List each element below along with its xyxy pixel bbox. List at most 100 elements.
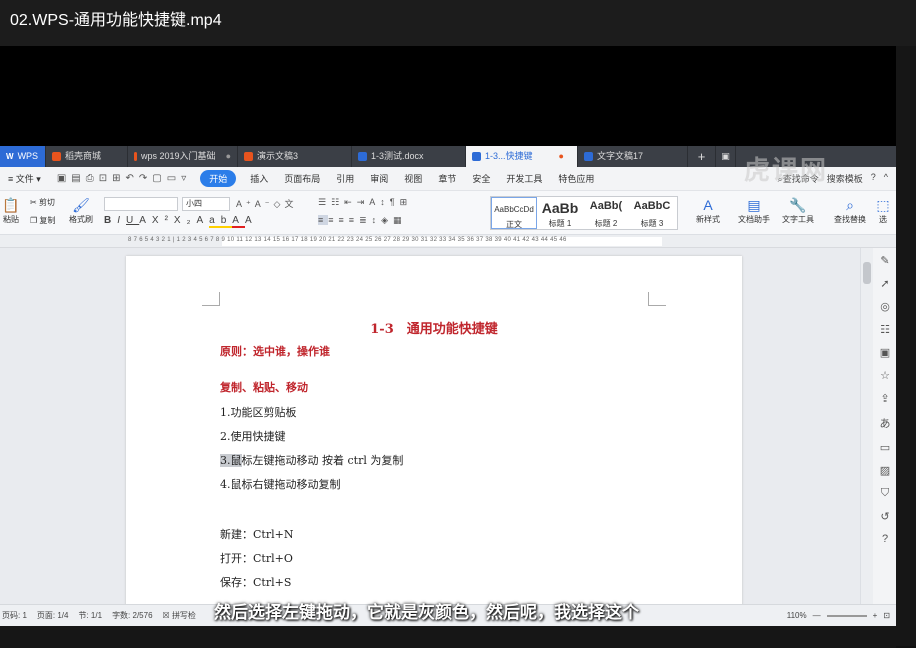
- style-heading-3[interactable]: AaBbC 标题 3: [629, 197, 675, 229]
- tab-list-icon[interactable]: ▣: [716, 146, 736, 167]
- cut-button[interactable]: ✂ 剪切: [30, 197, 55, 208]
- menu-start[interactable]: 开始: [200, 170, 237, 187]
- save-icon[interactable]: ▣: [57, 173, 66, 184]
- line-spacing-icon[interactable]: ↕: [372, 215, 382, 225]
- translate-icon[interactable]: あ: [880, 415, 891, 431]
- superscript-icon[interactable]: X²: [152, 215, 174, 226]
- menu-developer[interactable]: 开发工具: [498, 172, 550, 185]
- distribute-icon[interactable]: ≣: [359, 215, 372, 225]
- document-page[interactable]: 1-3 通用功能快捷键 原则：选中谁，操作谁 复制、粘贴、移动 1.功能区剪贴板…: [126, 256, 742, 616]
- print-preview-icon[interactable]: ⊡: [99, 173, 107, 184]
- vertical-scrollbar[interactable]: [861, 248, 873, 604]
- shield-icon[interactable]: ⛉: [881, 487, 889, 500]
- pen-icon[interactable]: ✎: [880, 254, 889, 267]
- tab-text-doc-17[interactable]: 文字文稿17: [578, 146, 688, 167]
- collapse-ribbon-icon[interactable]: ^: [884, 172, 888, 185]
- open-icon[interactable]: ▭: [167, 173, 176, 184]
- zoom-out-icon[interactable]: —: [813, 611, 821, 620]
- word-count[interactable]: 字数: 2/576: [112, 610, 152, 621]
- inbox-icon[interactable]: ▭: [880, 441, 890, 454]
- paste-button[interactable]: 📋 粘贴: [0, 196, 22, 225]
- search-template-button[interactable]: 搜索模板: [827, 172, 863, 185]
- help-circle-icon[interactable]: ?: [882, 533, 888, 545]
- format-painter-button[interactable]: 🖌 格式刷: [66, 196, 96, 225]
- sort-icon[interactable]: ↕: [380, 197, 390, 207]
- shading-icon[interactable]: ◈: [381, 215, 393, 225]
- text-effect-icon[interactable]: A: [196, 215, 209, 226]
- font-size-select[interactable]: 小四: [182, 197, 230, 211]
- tab-wps-2019[interactable]: wps 2019入门基础 ●: [128, 146, 238, 167]
- cursor-icon[interactable]: ➚: [880, 277, 889, 290]
- style-heading-2[interactable]: AaBb( 标题 2: [583, 197, 629, 229]
- clear-format-icon[interactable]: ◇: [274, 199, 285, 209]
- history-icon[interactable]: ↺: [880, 510, 889, 523]
- redo-icon[interactable]: ↷: [139, 173, 147, 184]
- align-left-icon[interactable]: ≡: [318, 215, 329, 225]
- font-family-select[interactable]: [104, 197, 178, 211]
- zoom-level[interactable]: 110%: [787, 611, 807, 620]
- menu-insert[interactable]: 插入: [242, 172, 276, 185]
- share-icon[interactable]: ⇪: [880, 392, 889, 405]
- new-doc-icon[interactable]: ▢: [152, 173, 161, 184]
- print-icon[interactable]: ⎙: [86, 173, 94, 184]
- decrease-indent-icon[interactable]: ⇤: [344, 197, 357, 207]
- show-marks-icon[interactable]: ¶: [390, 197, 400, 207]
- zoom-in-icon[interactable]: +: [873, 611, 878, 620]
- table-icon[interactable]: ⊞: [400, 197, 413, 207]
- chinese-layout-icon[interactable]: A: [369, 197, 380, 207]
- underline-icon[interactable]: U: [126, 215, 139, 226]
- tab-wps[interactable]: W WPS: [0, 146, 46, 167]
- horizontal-ruler[interactable]: 8 7 6 5 4 3 2 1 | 1 2 3 4 5 6 7 8 9 10 1…: [0, 235, 896, 248]
- tab-1-3-shortcuts[interactable]: 1-3...快捷键 ●: [466, 146, 578, 167]
- increase-indent-icon[interactable]: ⇥: [357, 197, 370, 207]
- new-style-button[interactable]: A 新样式: [688, 196, 728, 225]
- strikethrough-icon[interactable]: A: [139, 215, 152, 226]
- align-center-icon[interactable]: ≡: [328, 215, 338, 225]
- menu-references[interactable]: 引用: [328, 172, 362, 185]
- shrink-font-icon[interactable]: A⁻: [255, 199, 274, 209]
- select-button[interactable]: ⬚ 选: [874, 196, 892, 225]
- style-heading-1[interactable]: AaBb 标题 1: [537, 197, 583, 229]
- tab-presentation-3[interactable]: 演示文稿3: [238, 146, 352, 167]
- scrollbar-thumb[interactable]: [863, 262, 871, 284]
- menu-view[interactable]: 视图: [396, 172, 430, 185]
- menu-review[interactable]: 审阅: [362, 172, 396, 185]
- star-icon[interactable]: ☆: [880, 369, 890, 382]
- text-tools-button[interactable]: 🔧 文字工具: [776, 196, 820, 225]
- char-shading-icon[interactable]: A: [245, 215, 258, 226]
- new-tab-button[interactable]: +: [688, 146, 716, 167]
- image-icon[interactable]: ▨: [880, 464, 890, 477]
- menu-security[interactable]: 安全: [464, 172, 498, 185]
- more-icon[interactable]: ▿: [181, 173, 186, 184]
- grow-font-icon[interactable]: A⁺: [236, 199, 255, 209]
- font-color-icon[interactable]: A: [232, 215, 245, 228]
- find-replace-button[interactable]: ⌕ 查找替换: [828, 196, 872, 225]
- phonetic-icon[interactable]: 文: [284, 199, 297, 209]
- justify-icon[interactable]: ≡: [349, 215, 359, 225]
- bold-icon[interactable]: B: [104, 215, 117, 226]
- spell-check-icon[interactable]: ⊞: [112, 173, 120, 184]
- spell-check-status[interactable]: ☒ 拼写检: [163, 610, 196, 621]
- menu-special[interactable]: 特色应用: [550, 172, 602, 185]
- tab-1-3-test[interactable]: 1-3测试.docx: [352, 146, 466, 167]
- align-right-icon[interactable]: ≡: [339, 215, 349, 225]
- undo-icon[interactable]: ↶: [126, 173, 134, 184]
- zoom-slider[interactable]: [826, 614, 867, 617]
- help-icon[interactable]: ?: [871, 172, 876, 185]
- fit-page-icon[interactable]: ⊡: [883, 611, 890, 620]
- bullets-icon[interactable]: ☰: [318, 197, 331, 207]
- copy-button[interactable]: ❐ 复制: [30, 215, 55, 226]
- clipboard-icon[interactable]: ▣: [880, 346, 890, 359]
- menu-chapter[interactable]: 章节: [430, 172, 464, 185]
- settings-sliders-icon[interactable]: ☷: [880, 323, 890, 336]
- subscript-icon[interactable]: X₂: [174, 215, 197, 226]
- shapes-icon[interactable]: ◎: [880, 300, 890, 313]
- italic-icon[interactable]: I: [117, 215, 126, 226]
- doc-helper-button[interactable]: ▤ 文档助手: [734, 196, 774, 225]
- hamburger-menu-icon[interactable]: ≡ 文件 ▾: [0, 172, 49, 185]
- export-pdf-icon[interactable]: ▤: [71, 173, 80, 184]
- menu-page-layout[interactable]: 页面布局: [276, 172, 328, 185]
- highlight-icon[interactable]: ab: [209, 215, 233, 228]
- border-icon[interactable]: ▦: [393, 215, 407, 225]
- numbering-icon[interactable]: ☷: [331, 197, 344, 207]
